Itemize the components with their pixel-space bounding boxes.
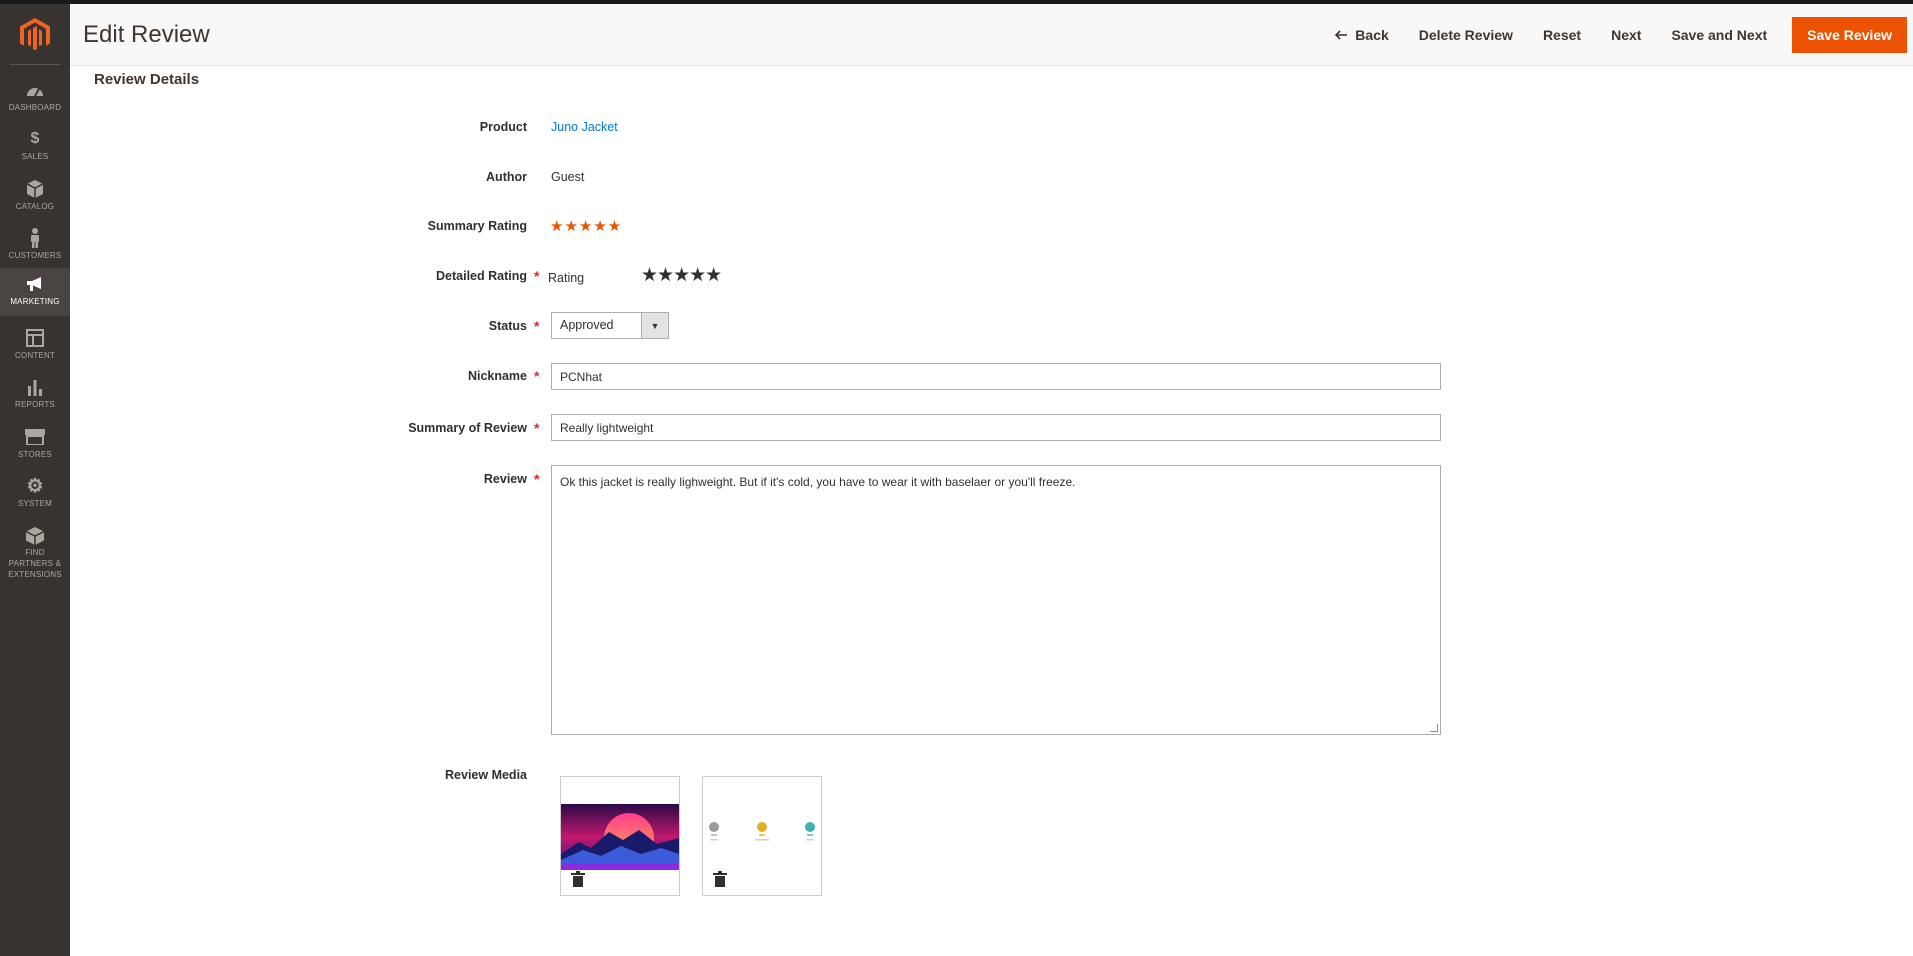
required-marker: * [534, 318, 540, 334]
review-textarea[interactable]: Ok this jacket is really lighweight. But… [551, 465, 1441, 735]
trash-icon[interactable] [713, 871, 727, 887]
status-select[interactable]: Approved ▼ [551, 312, 669, 339]
logo-separator [10, 64, 60, 65]
admin-sidebar: DASHBOARD $ SALES CATALOG CUSTOMERS MARK… [0, 4, 70, 956]
next-button[interactable]: Next [1596, 17, 1656, 53]
chevron-down-icon: ▼ [641, 313, 668, 338]
cube-icon [25, 526, 45, 545]
review-label: Review [483, 472, 527, 486]
sidebar-item-catalog[interactable]: CATALOG [0, 173, 70, 223]
detailed-rating-label: Detailed Rating [436, 269, 527, 283]
detailed-rating-stars[interactable]: ★★★★★ [641, 264, 722, 287]
delete-review-button[interactable]: Delete Review [1404, 17, 1528, 53]
author-label: Author [486, 170, 527, 184]
sidebar-item-label: CONTENT [14, 351, 56, 360]
box-icon [25, 179, 45, 199]
sidebar-item-label: DASHBOARD [8, 103, 62, 112]
sidebar-item-marketing[interactable]: MARKETING [0, 268, 70, 316]
dashboard-icon [25, 80, 45, 100]
review-media-item[interactable] [702, 776, 822, 896]
page-header: Edit Review Back Delete Review Reset Nex… [70, 4, 1913, 66]
review-text: Ok this jacket is really lighweight. But… [560, 475, 1076, 489]
sidebar-item-customers[interactable]: CUSTOMERS [0, 222, 70, 272]
sidebar-item-label: CATALOG [15, 202, 55, 211]
synthwave-image [561, 804, 679, 870]
nickname-field[interactable]: PCNhat [551, 363, 1441, 390]
status-select-value: Approved [560, 318, 614, 332]
status-label: Status [488, 319, 527, 333]
product-link[interactable]: Juno Jacket [551, 120, 618, 134]
nickname-label: Nickname [467, 369, 527, 383]
resize-handle[interactable] [1430, 724, 1438, 732]
megaphone-icon [25, 274, 45, 294]
bar-chart-icon [25, 377, 45, 397]
layout-icon [25, 328, 45, 348]
back-button[interactable]: Back [1320, 17, 1403, 53]
sidebar-item-label: MARKETING [10, 297, 60, 306]
sidebar-item-stores[interactable]: STORES [0, 421, 70, 471]
review-media-label: Review Media [445, 768, 527, 782]
required-marker: * [534, 268, 540, 284]
sidebar-item-label: FIND PARTNERS & EXTENSIONS [8, 548, 62, 579]
sidebar-item-label: CUSTOMERS [8, 251, 62, 260]
save-review-button[interactable]: Save Review [1792, 17, 1907, 53]
summary-of-review-field[interactable]: Really lightweight [551, 414, 1441, 441]
required-marker: * [534, 368, 540, 384]
reset-button[interactable]: Reset [1528, 17, 1596, 53]
back-button-label: Back [1355, 27, 1389, 43]
sidebar-item-label: SALES [21, 152, 49, 161]
page-actions: Back Delete Review Reset Next Save and N… [1320, 17, 1907, 53]
badges-image [709, 822, 815, 841]
gear-icon: ⚙ [26, 475, 44, 497]
summary-rating-label: Summary Rating [427, 219, 527, 233]
required-marker: * [534, 420, 540, 436]
save-and-next-button[interactable]: Save and Next [1656, 17, 1782, 53]
summary-of-review-label: Summary of Review [408, 421, 527, 435]
trash-icon[interactable] [571, 871, 585, 887]
arrow-left-icon [1335, 27, 1348, 43]
store-icon [25, 427, 45, 447]
sidebar-item-dashboard[interactable]: DASHBOARD [0, 74, 70, 124]
person-icon [25, 228, 45, 248]
section-title: Review Details [94, 71, 200, 88]
review-media-item[interactable] [560, 776, 680, 896]
sidebar-item-label: REPORTS [15, 400, 55, 409]
required-marker: * [534, 471, 540, 487]
magento-logo-icon[interactable] [20, 18, 50, 52]
sidebar-item-label: STORES [18, 450, 52, 459]
rating-sub-label: Rating [548, 271, 585, 285]
summary-rating-stars: ★★★★★ [550, 218, 623, 235]
sidebar-item-find-partners[interactable]: FIND PARTNERS & EXTENSIONS [0, 520, 70, 580]
sidebar-item-system[interactable]: ⚙ SYSTEM [0, 470, 70, 520]
sidebar-item-content[interactable]: CONTENT [0, 322, 70, 372]
page-title: Edit Review [83, 21, 210, 48]
product-label: Product [479, 120, 527, 134]
sidebar-item-reports[interactable]: REPORTS [0, 371, 70, 421]
dollar-icon: $ [30, 130, 40, 147]
author-value: Guest [551, 170, 585, 184]
sidebar-item-sales[interactable]: $ SALES [0, 123, 70, 173]
sidebar-item-label: SYSTEM [17, 499, 53, 508]
